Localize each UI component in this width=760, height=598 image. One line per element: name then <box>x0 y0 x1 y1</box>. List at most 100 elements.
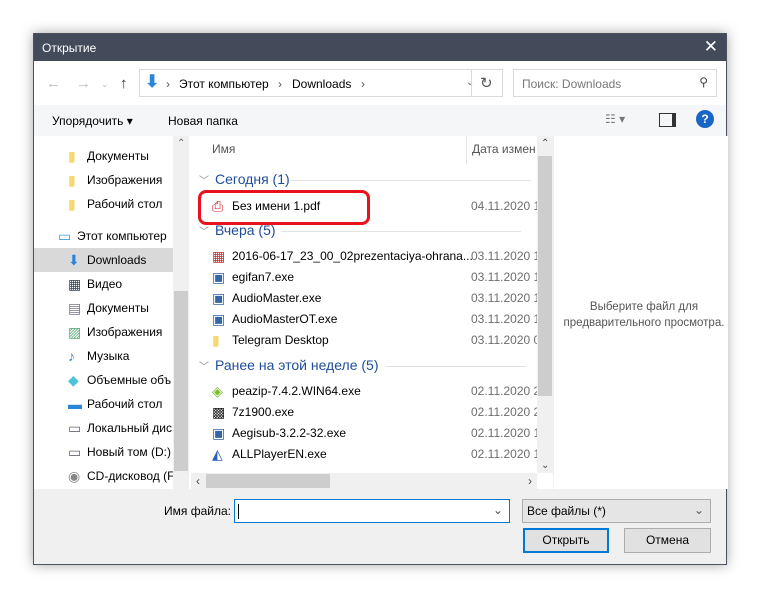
forward-button[interactable]: → <box>76 75 91 92</box>
sidebar-item[interactable]: ⬇ Downloads <box>34 248 173 272</box>
cancel-button[interactable]: Отмена <box>624 528 711 553</box>
sidebar-item[interactable]: ▭ Новый том (D:) <box>34 440 173 464</box>
file-date: 03.11.2020 0 <box>471 333 537 347</box>
sidebar-item[interactable]: ▮ Рабочий стол <box>34 192 173 216</box>
file-date: 03.11.2020 1 <box>471 270 537 284</box>
sidebar-item[interactable]: ▬ Рабочий стол <box>34 392 173 416</box>
file-row[interactable]: ▣ egifan7.exe 03.11.2020 1 <box>191 267 537 288</box>
file-date: 03.11.2020 1 <box>471 249 537 263</box>
file-row[interactable]: ▮ Telegram Desktop 03.11.2020 0 <box>191 330 537 351</box>
sidebar-item[interactable]: ▤ Документы <box>34 296 173 320</box>
search-icon[interactable]: ⚲ <box>699 75 708 89</box>
search-box[interactable]: Поиск: Downloads ⚲ <box>513 69 717 97</box>
refresh-icon[interactable]: ↻ <box>480 74 493 92</box>
cd-drive-icon: ◉ <box>68 468 81 484</box>
navigation-pane: ▮ Документы ▮ Изображения ▮ Рабочий стол ▭ Этот… <box>34 136 189 489</box>
peazip-icon: ◈ <box>212 383 223 399</box>
breadcrumb-this-pc[interactable]: Этот компьютер <box>179 77 269 91</box>
pictures-icon: ▨ <box>68 324 82 340</box>
filename-input[interactable]: ⌄ <box>234 499 510 523</box>
file-row[interactable]: ▦ 2016-06-17_23_00_02prezentaciya-ohrana.… <box>191 246 537 267</box>
file-name: Telegram Desktop <box>232 333 329 347</box>
chevron-down-icon[interactable]: ﹀ <box>199 227 209 238</box>
chevron-down-icon[interactable]: ﹀ <box>199 362 209 373</box>
list-scroll-thumb[interactable] <box>538 156 552 396</box>
sidebar-item[interactable]: ◆ Объемные объ <box>34 368 173 392</box>
installer-icon: ▣ <box>212 425 226 441</box>
file-date: 02.11.2020 1 <box>471 426 537 440</box>
organize-button[interactable]: Упорядочить ▾ <box>52 114 133 128</box>
search-input[interactable]: Поиск: Downloads <box>522 77 621 91</box>
sidebar-item[interactable]: ▮ Документы <box>34 144 173 168</box>
nav-scrollbar[interactable]: ⌃ <box>173 136 189 489</box>
file-name: Aegisub-3.2.2-32.exe <box>232 426 347 440</box>
column-date[interactable]: Дата измен <box>472 142 536 156</box>
drive-icon: ▭ <box>68 444 82 460</box>
sidebar-item[interactable]: ♪ Музыка <box>34 344 173 368</box>
close-button[interactable]: ✕ <box>704 37 718 57</box>
sidebar-item[interactable]: ▭ Локальный дис <box>34 416 173 440</box>
sidebar-item[interactable]: ▦ Видео <box>34 272 173 296</box>
title-bar: Открытие ✕ <box>34 34 726 61</box>
help-icon[interactable]: ? <box>696 110 714 128</box>
file-row[interactable]: ◈ peazip-7.4.2.WIN64.exe 02.11.2020 2 <box>191 381 537 402</box>
file-date: 04.11.2020 1 <box>471 199 537 213</box>
drive-icon: ▭ <box>68 420 82 436</box>
preview-pane: Выберите файл для предварительного просм… <box>553 136 728 489</box>
file-row[interactable]: ◭ ALLPlayerEN.exe 02.11.2020 1 <box>191 444 537 465</box>
download-icon: ⬇ <box>145 72 160 91</box>
archive-icon: ▦ <box>212 248 226 264</box>
group-header[interactable]: ﹀ Ранее на этой неделе (5) <box>199 357 379 373</box>
breadcrumb-downloads[interactable]: Downloads <box>292 77 351 91</box>
file-type-select[interactable]: Все файлы (*) ⌄ <box>522 499 711 523</box>
list-scrollbar[interactable]: ⌃ ⌄ <box>537 136 553 473</box>
sidebar-item[interactable]: ▭ Этот компьютер <box>34 224 173 248</box>
filename-dropdown-icon[interactable]: ⌄ <box>493 503 503 517</box>
sidebar-item[interactable]: ▨ Изображения <box>34 320 173 344</box>
preview-pane-icon[interactable] <box>659 113 676 127</box>
toolbar: Упорядочить ▾ Новая папка ☷ ▾ ? <box>34 105 726 136</box>
file-name: peazip-7.4.2.WIN64.exe <box>232 384 361 398</box>
file-row[interactable]: ▩ 7z1900.exe 02.11.2020 2 <box>191 402 537 423</box>
computer-icon: ▭ <box>58 228 72 244</box>
file-name: AudioMaster.exe <box>232 291 322 305</box>
new-folder-button[interactable]: Новая папка <box>168 114 238 128</box>
installer-icon: ▣ <box>212 290 226 306</box>
column-name[interactable]: Имя <box>212 142 235 156</box>
highlight-annotation <box>198 190 370 225</box>
h-scroll-thumb[interactable] <box>206 474 330 488</box>
column-header: Имя Дата измен <box>191 136 537 164</box>
file-row[interactable]: ▣ AudioMaster.exe 03.11.2020 1 <box>191 288 537 309</box>
nav-scroll-thumb[interactable] <box>174 291 188 471</box>
view-options-icon[interactable]: ☷ ▾ <box>605 112 625 126</box>
video-icon: ▦ <box>68 276 82 292</box>
up-button[interactable]: ↑ <box>120 75 128 92</box>
file-list: Имя Дата измен ﹀ Сегодня (1) ⎙ Без имени 1.… <box>191 136 553 489</box>
filename-label: Имя файла: <box>164 504 231 518</box>
file-date: 02.11.2020 2 <box>471 405 537 419</box>
chevron-down-icon[interactable]: ﹀ <box>199 176 209 187</box>
divider <box>281 231 521 232</box>
open-file-dialog: Открытие ✕ ← → ⌄ ↑ ⬇ › Этот компьютер › … <box>33 33 728 565</box>
file-name: egifan7.exe <box>232 270 295 284</box>
divider <box>386 366 526 367</box>
folder-icon: ▮ <box>212 332 220 348</box>
window-title: Открытие <box>42 41 97 55</box>
address-bar[interactable]: ⬇ › Этот компьютер › Downloads › ⌄ ↻ <box>139 69 503 97</box>
open-button[interactable]: Открыть <box>523 528 609 553</box>
file-row[interactable]: ▣ AudioMasterOT.exe 03.11.2020 1 <box>191 309 537 330</box>
recent-dropdown[interactable]: ⌄ <box>101 79 109 90</box>
content-area: ▮ Документы ▮ Изображения ▮ Рабочий стол ▭ Этот… <box>34 136 728 489</box>
folder-icon: ▮ <box>68 172 76 188</box>
sidebar-item[interactable]: ▮ Изображения <box>34 168 173 192</box>
file-date: 02.11.2020 1 <box>471 447 537 461</box>
file-date: 03.11.2020 1 <box>471 312 537 326</box>
group-header[interactable]: ﹀ Сегодня (1) <box>199 171 290 187</box>
sidebar-item[interactable]: ◉ CD-дисковод (F: <box>34 464 173 488</box>
folder-icon: ▮ <box>68 148 76 164</box>
horizontal-scrollbar[interactable]: ‹ › <box>191 473 537 489</box>
back-button[interactable]: ← <box>46 75 61 92</box>
preview-message: Выберите файл для предварительного просм… <box>563 301 725 329</box>
installer-icon: ▣ <box>212 269 226 285</box>
file-row[interactable]: ▣ Aegisub-3.2.2-32.exe 02.11.2020 1 <box>191 423 537 444</box>
